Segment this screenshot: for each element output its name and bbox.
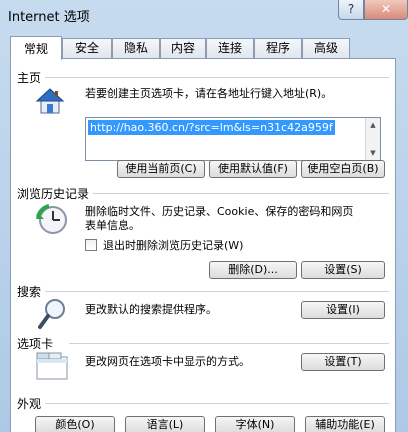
tabs-settings-button[interactable]: 设置(T) [301, 353, 385, 371]
colors-button[interactable]: 颜色(O) [35, 416, 115, 432]
history-settings-button[interactable]: 设置(S) [301, 261, 385, 279]
use-current-button[interactable]: 使用当前页(C) [117, 160, 205, 178]
history-description-line2: 表单信息。 [85, 219, 140, 232]
tab-general[interactable]: 常规 [10, 36, 62, 60]
homepage-url-text: http://hao.360.cn/?src=lm&ls=n31c42a959f [88, 120, 335, 135]
tab-connections[interactable]: 连接 [206, 38, 254, 59]
search-divider [45, 291, 389, 292]
scroll-up-icon[interactable]: ▲ [366, 118, 380, 132]
homepage-description: 若要创建主页选项卡，请在各地址行键入地址(R)。 [85, 87, 333, 100]
homepage-scrollbar[interactable]: ▲ ▼ [365, 118, 380, 160]
use-default-button[interactable]: 使用默认值(F) [209, 160, 297, 178]
tab-advanced[interactable]: 高级 [302, 38, 350, 59]
history-divider [93, 193, 389, 194]
accessibility-button[interactable]: 辅助功能(E) [305, 416, 385, 432]
appearance-section-label: 外观 [17, 397, 42, 411]
homepage-section-label: 主页 [17, 71, 42, 85]
magnifier-icon [37, 297, 69, 331]
tabbed-window-icon [35, 351, 69, 381]
history-section-label: 浏览历史记录 [17, 187, 90, 201]
general-tab-panel: 主页 若要创建主页选项卡，请在各地址行键入地址(R)。 http://hao.3… [10, 58, 396, 432]
delete-on-exit-checkbox[interactable] [85, 239, 97, 251]
search-settings-button[interactable]: 设置(I) [301, 301, 385, 319]
tab-programs[interactable]: 程序 [254, 38, 302, 59]
house-icon [35, 87, 65, 115]
fonts-button[interactable]: 字体(N) [215, 416, 295, 432]
history-description-line1: 删除临时文件、历史记录、Cookie、保存的密码和网页 [85, 205, 354, 218]
scroll-down-icon[interactable]: ▼ [366, 146, 380, 160]
window-title: Internet 选项 [8, 10, 90, 25]
homepage-url-field[interactable]: http://hao.360.cn/?src=lm&ls=n31c42a959f… [85, 117, 381, 161]
use-blank-button[interactable]: 使用空白页(B) [301, 160, 385, 178]
close-button[interactable]: ✕ [364, 0, 408, 20]
tabs-description: 更改网页在选项卡中显示的方式。 [85, 355, 250, 368]
appearance-divider [45, 403, 389, 404]
tabs-divider [69, 343, 389, 344]
tabs-section-label: 选项卡 [17, 337, 54, 351]
homepage-divider [45, 77, 389, 78]
delete-on-exit-label[interactable]: 退出时删除浏览历史记录(W) [103, 239, 243, 253]
history-clock-icon [35, 203, 69, 237]
search-description: 更改默认的搜索提供程序。 [85, 303, 217, 316]
help-button[interactable]: ? [338, 0, 364, 20]
languages-button[interactable]: 语言(L) [125, 416, 205, 432]
delete-history-button[interactable]: 删除(D)... [209, 261, 297, 279]
tab-security[interactable]: 安全 [62, 38, 112, 59]
title-bar[interactable]: Internet 选项 ? ✕ [0, 0, 408, 30]
tab-privacy[interactable]: 隐私 [112, 38, 160, 59]
tab-content[interactable]: 内容 [160, 38, 206, 59]
internet-options-window: Internet 选项 ? ✕ 常规 安全 隐私 内容 连接 程序 高级 主页 … [0, 0, 408, 432]
